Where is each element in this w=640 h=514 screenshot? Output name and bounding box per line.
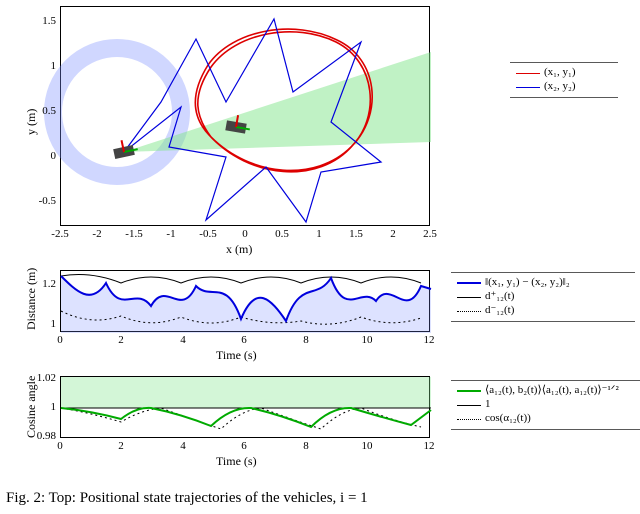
top-xlabel: x (m) [226, 242, 252, 257]
mid-xlabel: Time (s) [216, 348, 257, 363]
legend-swatch-blue-thick [457, 282, 481, 284]
legend-label: (x₂, y₂) [544, 79, 576, 94]
ytick: 1 [30, 60, 56, 72]
xtick: 6 [237, 440, 251, 452]
legend-top: (x₁, y₁) (x₂, y₂) [510, 62, 618, 98]
xtick: 0 [53, 334, 67, 346]
top-plot-svg [61, 7, 431, 227]
legend-label: d⁻₁₂(t) [485, 303, 514, 318]
top-ylabel: y (m) [24, 109, 39, 135]
xtick: 4 [176, 440, 190, 452]
xtick: 10 [359, 334, 375, 346]
xtick: 1 [309, 228, 329, 240]
legend-bot: ⟨a₁₂(t), b₂(t)⟩⟨a₁₂(t), a₁₂(t)⟩⁻¹ᐟ² 1 co… [451, 380, 640, 430]
legend-label: cos(α₁₂(t)) [485, 411, 531, 426]
xtick: 1.5 [346, 228, 366, 240]
xtick: 10 [359, 440, 375, 452]
legend-swatch-red [516, 73, 540, 74]
xtick: 12 [421, 440, 437, 452]
xtick: 6 [237, 334, 251, 346]
legend-mid: ‖(x₁, y₁) − (x₂, y₂)‖₂ d⁺₁₂(t) d⁻₁₂(t) [451, 272, 635, 322]
mid-plot-svg [61, 271, 431, 333]
ytick: 1.2 [36, 278, 56, 290]
xtick: -0.5 [198, 228, 218, 240]
legend-swatch-black [457, 405, 481, 406]
bot-plot-axes [60, 376, 430, 438]
ytick: 1.5 [30, 15, 56, 27]
figure-container: -2.5 -2 -1.5 -1 -0.5 0 0.5 1 1.5 2 2.5 -… [6, 0, 634, 490]
legend-swatch-green [457, 390, 481, 392]
xtick: -2.5 [50, 228, 70, 240]
top-plot-axes [60, 6, 430, 226]
xtick: -2 [87, 228, 107, 240]
xtick: 4 [176, 334, 190, 346]
legend-swatch-black [457, 297, 481, 298]
legend-label: ⟨a₁₂(t), b₂(t)⟩⟨a₁₂(t), a₁₂(t)⟩⁻¹ᐟ² [485, 383, 619, 398]
legend-swatch-black-dotted [457, 311, 481, 312]
bot-plot-svg [61, 377, 431, 439]
xtick: -1.5 [124, 228, 144, 240]
xtick: 0 [235, 228, 255, 240]
xtick: 12 [421, 334, 437, 346]
xtick: -1 [161, 228, 181, 240]
xtick: 2 [114, 440, 128, 452]
figure-caption: Fig. 2: Top: Positional state trajectori… [0, 490, 640, 507]
xtick: 0.5 [272, 228, 292, 240]
ytick: 0 [30, 150, 56, 162]
legend-swatch-black-dotted [457, 419, 481, 420]
xtick: 2 [383, 228, 403, 240]
ytick: -0.5 [30, 195, 56, 207]
mid-ylabel: Distance (m) [24, 268, 39, 330]
xtick: 2.5 [420, 228, 440, 240]
xtick: 8 [299, 440, 313, 452]
bot-xlabel: Time (s) [216, 454, 257, 469]
mid-plot-axes [60, 270, 430, 332]
xtick: 8 [299, 334, 313, 346]
legend-swatch-blue [516, 87, 540, 88]
ytick: 1 [36, 318, 56, 330]
bot-ylabel: Cosine angle [24, 376, 39, 438]
xtick: 2 [114, 334, 128, 346]
